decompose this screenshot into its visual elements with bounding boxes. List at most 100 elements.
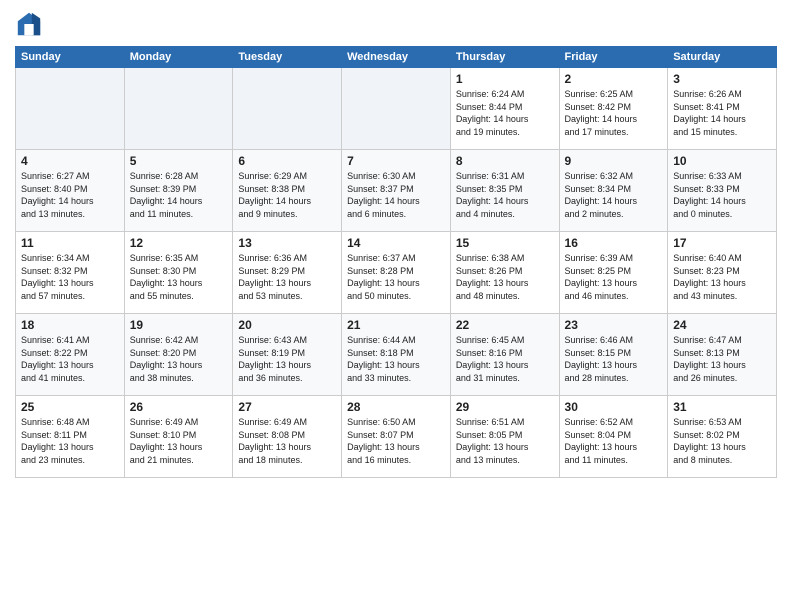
day-number: 8	[456, 154, 554, 168]
calendar-cell: 25 Sunrise: 6:48 AMSunset: 8:11 PMDayligh…	[16, 396, 125, 478]
day-info: Sunrise: 6:52 AMSunset: 8:04 PMDaylight:…	[565, 416, 663, 466]
weekday-saturday: Saturday	[668, 47, 777, 68]
calendar-body: 1Sunrise: 6:24 AMSunset: 8:44 PMDaylight…	[16, 68, 777, 478]
day-info: Sunrise: 6:36 AMSunset: 8:29 PMDaylight:…	[238, 252, 336, 302]
day-number: 19	[130, 318, 228, 332]
day-info: Sunrise: 6:40 AMSunset: 8:23 PMDaylight:…	[673, 252, 771, 302]
weekday-header-row: SundayMondayTuesdayWednesdayThursdayFrid…	[16, 47, 777, 68]
day-info: Sunrise: 6:35 AMSunset: 8:30 PMDaylight:…	[130, 252, 228, 302]
day-info: Sunrise: 6:33 AMSunset: 8:33 PMDaylight:…	[673, 170, 771, 220]
calendar-week-1: 1Sunrise: 6:24 AMSunset: 8:44 PMDaylight…	[16, 68, 777, 150]
logo	[15, 10, 47, 38]
calendar-cell: 5 Sunrise: 6:28 AMSunset: 8:39 PMDaylight…	[124, 150, 233, 232]
day-number: 30	[565, 400, 663, 414]
day-number: 22	[456, 318, 554, 332]
day-number: 13	[238, 236, 336, 250]
day-info: Sunrise: 6:39 AMSunset: 8:25 PMDaylight:…	[565, 252, 663, 302]
calendar-week-3: 11Sunrise: 6:34 AMSunset: 8:32 PMDayligh…	[16, 232, 777, 314]
calendar-cell: 21 Sunrise: 6:44 AMSunset: 8:18 PMDayligh…	[342, 314, 451, 396]
calendar-cell	[16, 68, 125, 150]
day-number: 21	[347, 318, 445, 332]
calendar-cell	[342, 68, 451, 150]
calendar-cell: 24 Sunrise: 6:47 AMSunset: 8:13 PMDayligh…	[668, 314, 777, 396]
day-info: Sunrise: 6:50 AMSunset: 8:07 PMDaylight:…	[347, 416, 445, 466]
day-number: 1	[456, 72, 554, 86]
calendar-cell: 26 Sunrise: 6:49 AMSunset: 8:10 PMDayligh…	[124, 396, 233, 478]
day-number: 29	[456, 400, 554, 414]
day-number: 4	[21, 154, 119, 168]
day-number: 16	[565, 236, 663, 250]
day-info: Sunrise: 6:32 AMSunset: 8:34 PMDaylight:…	[565, 170, 663, 220]
calendar-cell: 9 Sunrise: 6:32 AMSunset: 8:34 PMDaylight…	[559, 150, 668, 232]
calendar-cell: 30 Sunrise: 6:52 AMSunset: 8:04 PMDayligh…	[559, 396, 668, 478]
calendar-cell: 23 Sunrise: 6:46 AMSunset: 8:15 PMDayligh…	[559, 314, 668, 396]
calendar-cell: 28 Sunrise: 6:50 AMSunset: 8:07 PMDayligh…	[342, 396, 451, 478]
day-number: 28	[347, 400, 445, 414]
calendar-cell: 2Sunrise: 6:25 AMSunset: 8:42 PMDaylight…	[559, 68, 668, 150]
calendar-cell: 10 Sunrise: 6:33 AMSunset: 8:33 PMDayligh…	[668, 150, 777, 232]
calendar-cell	[233, 68, 342, 150]
day-info: Sunrise: 6:26 AMSunset: 8:41 PMDaylight:…	[673, 88, 771, 138]
calendar-cell: 13 Sunrise: 6:36 AMSunset: 8:29 PMDayligh…	[233, 232, 342, 314]
calendar-cell: 11Sunrise: 6:34 AMSunset: 8:32 PMDayligh…	[16, 232, 125, 314]
calendar-cell: 29 Sunrise: 6:51 AMSunset: 8:05 PMDayligh…	[450, 396, 559, 478]
page: SundayMondayTuesdayWednesdayThursdayFrid…	[0, 0, 792, 612]
calendar-week-4: 18Sunrise: 6:41 AMSunset: 8:22 PMDayligh…	[16, 314, 777, 396]
day-number: 3	[673, 72, 771, 86]
calendar-cell: 15Sunrise: 6:38 AMSunset: 8:26 PMDayligh…	[450, 232, 559, 314]
day-number: 18	[21, 318, 119, 332]
day-info: Sunrise: 6:53 AMSunset: 8:02 PMDaylight:…	[673, 416, 771, 466]
day-info: Sunrise: 6:48 AMSunset: 8:11 PMDaylight:…	[21, 416, 119, 466]
calendar-cell: 7 Sunrise: 6:30 AMSunset: 8:37 PMDaylight…	[342, 150, 451, 232]
header	[15, 10, 777, 38]
calendar-week-5: 25 Sunrise: 6:48 AMSunset: 8:11 PMDayligh…	[16, 396, 777, 478]
day-number: 20	[238, 318, 336, 332]
calendar-cell: 4 Sunrise: 6:27 AMSunset: 8:40 PMDaylight…	[16, 150, 125, 232]
day-number: 9	[565, 154, 663, 168]
day-number: 24	[673, 318, 771, 332]
day-info: Sunrise: 6:34 AMSunset: 8:32 PMDaylight:…	[21, 252, 119, 302]
calendar-cell: 16 Sunrise: 6:39 AMSunset: 8:25 PMDayligh…	[559, 232, 668, 314]
calendar-cell	[124, 68, 233, 150]
day-info: Sunrise: 6:25 AMSunset: 8:42 PMDaylight:…	[565, 88, 663, 138]
calendar-cell: 22Sunrise: 6:45 AMSunset: 8:16 PMDayligh…	[450, 314, 559, 396]
weekday-sunday: Sunday	[16, 47, 125, 68]
calendar-cell: 17 Sunrise: 6:40 AMSunset: 8:23 PMDayligh…	[668, 232, 777, 314]
day-number: 12	[130, 236, 228, 250]
day-number: 31	[673, 400, 771, 414]
day-number: 27	[238, 400, 336, 414]
day-info: Sunrise: 6:49 AMSunset: 8:10 PMDaylight:…	[130, 416, 228, 466]
calendar-week-2: 4 Sunrise: 6:27 AMSunset: 8:40 PMDaylight…	[16, 150, 777, 232]
day-info: Sunrise: 6:38 AMSunset: 8:26 PMDaylight:…	[456, 252, 554, 302]
calendar-cell: 6Sunrise: 6:29 AMSunset: 8:38 PMDaylight…	[233, 150, 342, 232]
day-info: Sunrise: 6:28 AMSunset: 8:39 PMDaylight:…	[130, 170, 228, 220]
day-number: 10	[673, 154, 771, 168]
calendar-cell: 1Sunrise: 6:24 AMSunset: 8:44 PMDaylight…	[450, 68, 559, 150]
calendar-cell: 31 Sunrise: 6:53 AMSunset: 8:02 PMDayligh…	[668, 396, 777, 478]
day-info: Sunrise: 6:42 AMSunset: 8:20 PMDaylight:…	[130, 334, 228, 384]
day-info: Sunrise: 6:29 AMSunset: 8:38 PMDaylight:…	[238, 170, 336, 220]
day-number: 7	[347, 154, 445, 168]
day-info: Sunrise: 6:27 AMSunset: 8:40 PMDaylight:…	[21, 170, 119, 220]
day-info: Sunrise: 6:30 AMSunset: 8:37 PMDaylight:…	[347, 170, 445, 220]
day-info: Sunrise: 6:51 AMSunset: 8:05 PMDaylight:…	[456, 416, 554, 466]
weekday-wednesday: Wednesday	[342, 47, 451, 68]
day-info: Sunrise: 6:46 AMSunset: 8:15 PMDaylight:…	[565, 334, 663, 384]
day-info: Sunrise: 6:44 AMSunset: 8:18 PMDaylight:…	[347, 334, 445, 384]
day-number: 23	[565, 318, 663, 332]
day-number: 17	[673, 236, 771, 250]
calendar-cell: 18Sunrise: 6:41 AMSunset: 8:22 PMDayligh…	[16, 314, 125, 396]
day-info: Sunrise: 6:47 AMSunset: 8:13 PMDaylight:…	[673, 334, 771, 384]
day-info: Sunrise: 6:43 AMSunset: 8:19 PMDaylight:…	[238, 334, 336, 384]
logo-icon	[15, 10, 43, 38]
calendar-cell: 14Sunrise: 6:37 AMSunset: 8:28 PMDayligh…	[342, 232, 451, 314]
day-number: 26	[130, 400, 228, 414]
calendar-cell: 20 Sunrise: 6:43 AMSunset: 8:19 PMDayligh…	[233, 314, 342, 396]
weekday-tuesday: Tuesday	[233, 47, 342, 68]
calendar-cell: 27 Sunrise: 6:49 AMSunset: 8:08 PMDayligh…	[233, 396, 342, 478]
day-info: Sunrise: 6:49 AMSunset: 8:08 PMDaylight:…	[238, 416, 336, 466]
weekday-monday: Monday	[124, 47, 233, 68]
day-number: 25	[21, 400, 119, 414]
day-number: 5	[130, 154, 228, 168]
calendar-table: SundayMondayTuesdayWednesdayThursdayFrid…	[15, 46, 777, 478]
